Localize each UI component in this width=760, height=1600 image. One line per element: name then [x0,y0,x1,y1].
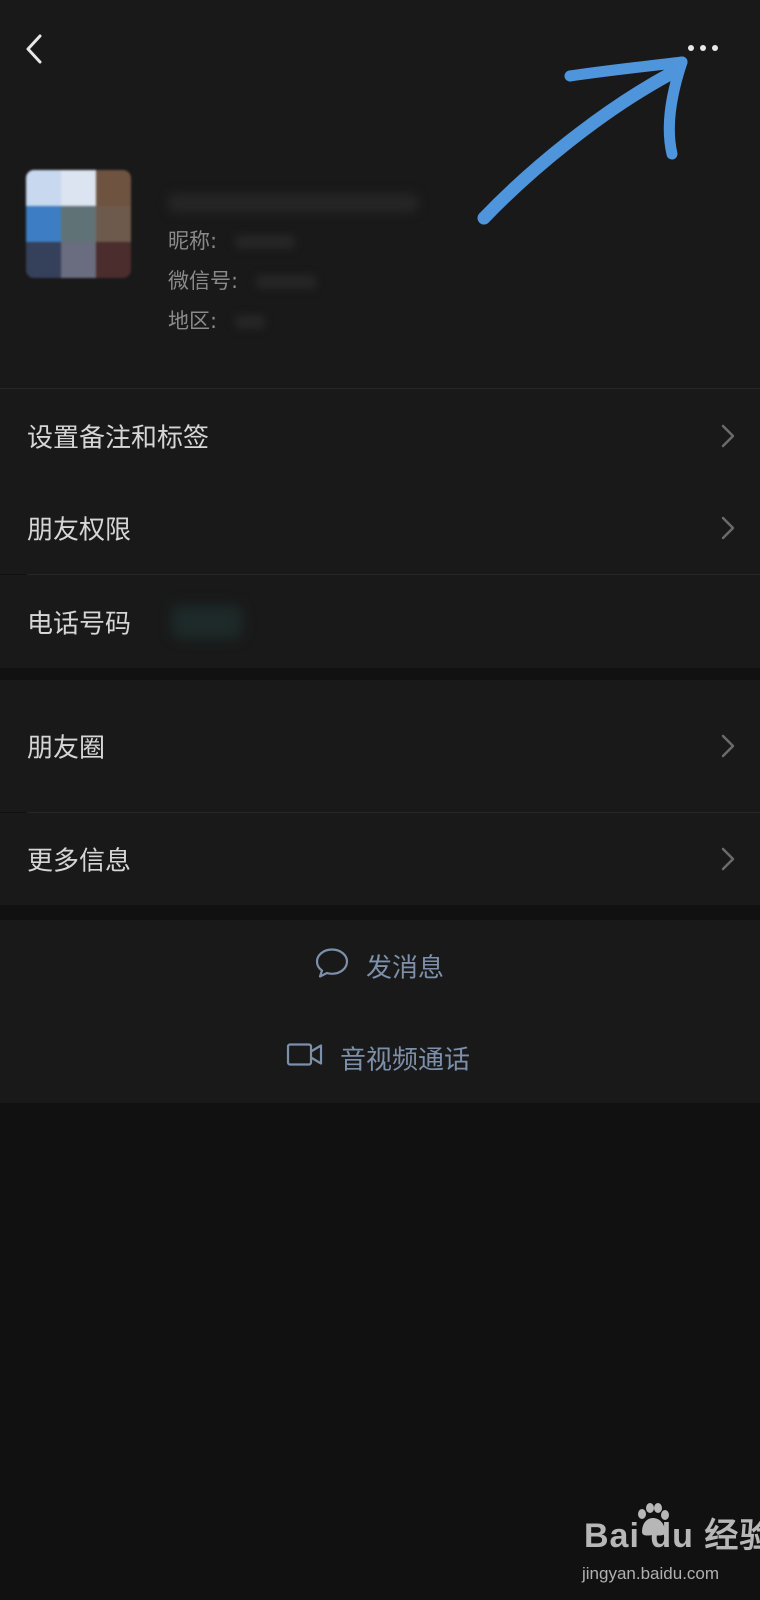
send-message-label: 发消息 [366,953,445,984]
phone-number-item[interactable]: 电话号码 [0,575,760,668]
friend-permissions-label: 朋友权限 [27,515,132,546]
chevron-left-icon [26,34,42,64]
watermark-url: jingyan.baidu.com [582,1564,720,1583]
set-remark-label: 设置备注和标签 [27,423,210,453]
chat-bubble-icon [314,946,350,987]
more-info-item[interactable]: 更多信息 [0,813,760,905]
chevron-right-icon [721,516,735,540]
baidu-jingyan-watermark: Bai du 经验 jingyan.baidu.com [580,1503,760,1592]
display-name-redacted [168,194,418,212]
chevron-right-icon [721,734,735,758]
phone-number-redacted [172,605,242,639]
region-row: 地区: [168,306,266,336]
friend-permissions-item[interactable]: 朋友权限 [0,482,760,574]
video-camera-icon [286,1040,324,1075]
nickname-label: 昵称: [168,229,218,253]
wechat-id-row: 微信号: [168,266,317,296]
moments-item[interactable]: 朋友圈 [0,680,760,812]
chevron-right-icon [721,847,735,871]
nickname-value-redacted [235,235,296,249]
phone-number-label: 电话号码 [27,609,132,639]
nickname-row: 昵称: [168,226,296,256]
wechat-id-value-redacted [256,275,317,289]
more-button[interactable] [688,28,744,68]
region-value-redacted [235,315,266,329]
back-button[interactable] [14,28,58,72]
more-info-label: 更多信息 [27,846,132,877]
send-message-button[interactable]: 发消息 [0,920,760,1012]
wechat-id-label: 微信号: [168,269,239,293]
avatar[interactable] [26,170,131,278]
watermark-logo: Bai du 经验 [584,1517,760,1555]
more-dots-icon [688,45,718,51]
set-remark-and-tags-item[interactable]: 设置备注和标签 [0,389,760,482]
chevron-right-icon [721,424,735,447]
video-call-label: 音视频通话 [340,1045,471,1075]
moments-label: 朋友圈 [27,733,106,764]
video-call-button[interactable]: 音视频通话 [0,1012,760,1103]
region-label: 地区: [168,309,218,333]
